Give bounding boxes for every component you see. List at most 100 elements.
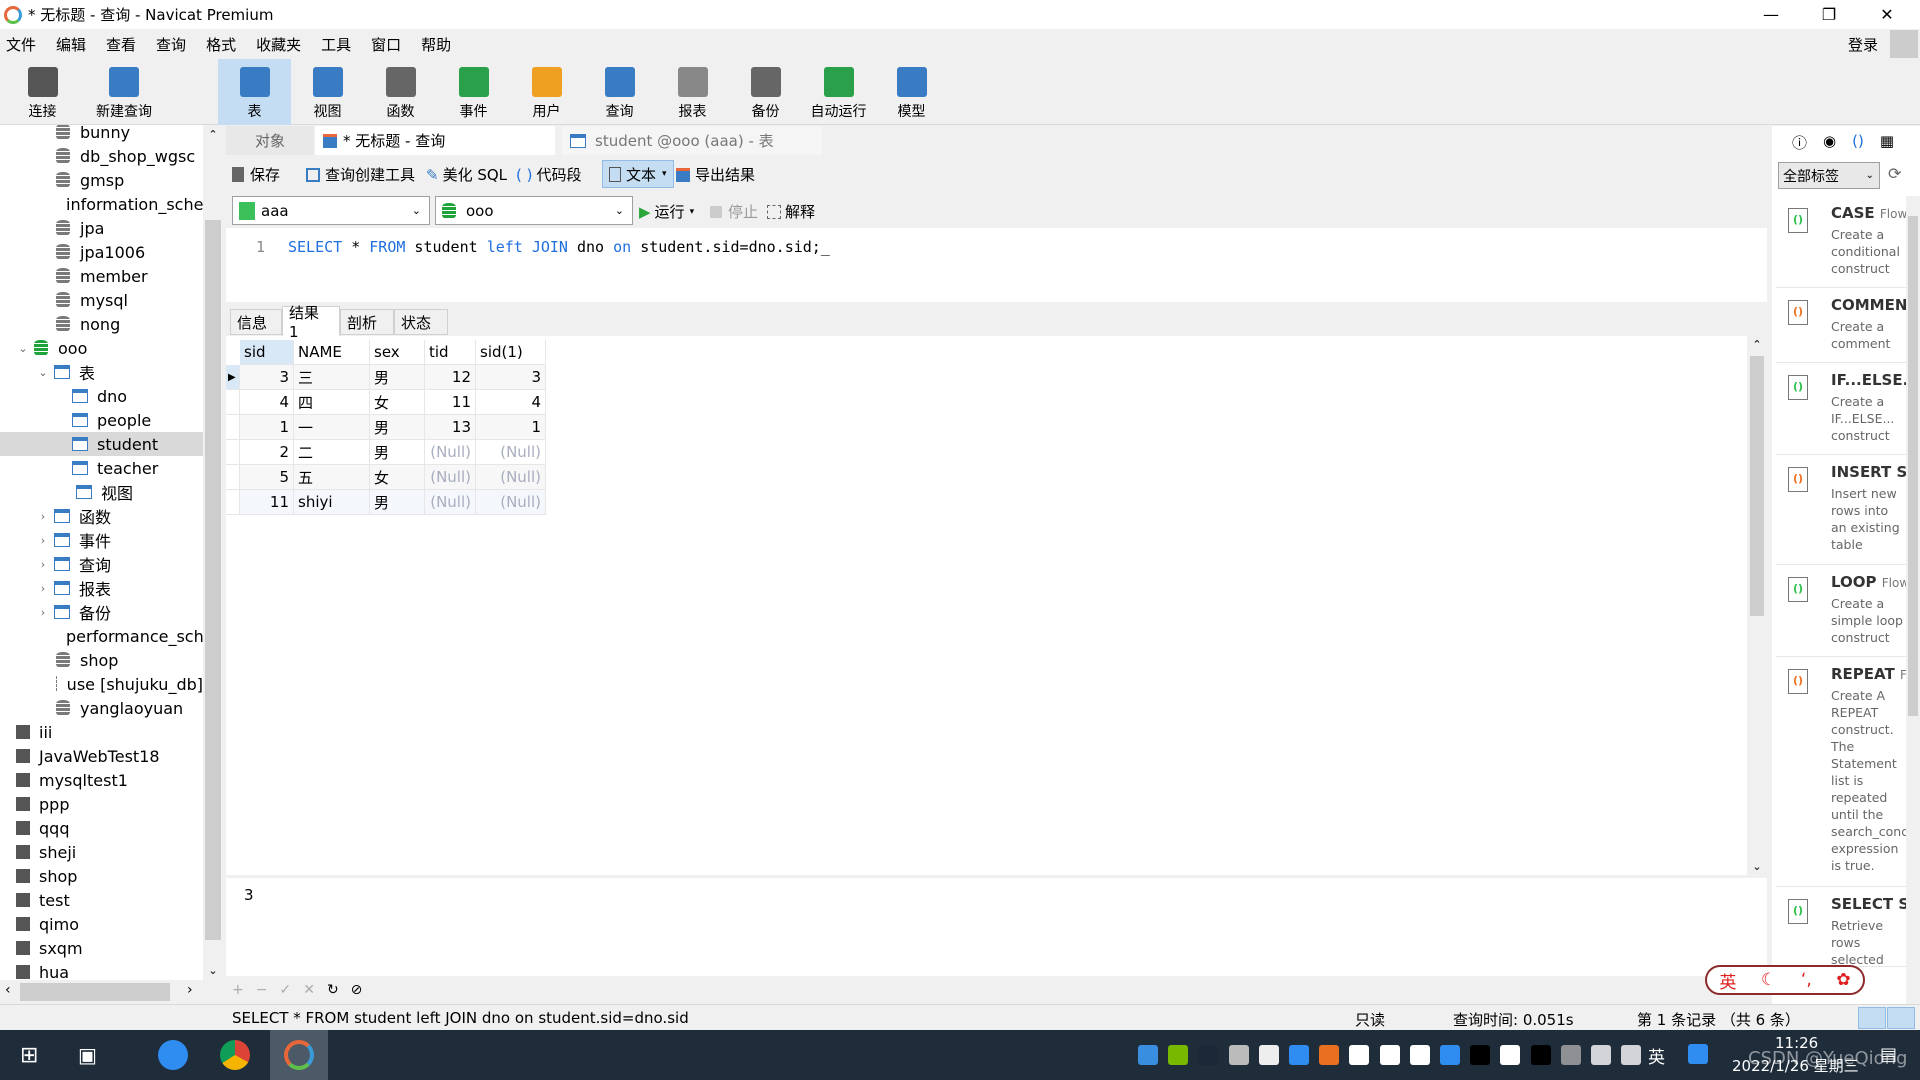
explain-button[interactable]: 解释 <box>767 201 815 222</box>
tree-item[interactable]: shop <box>0 648 203 672</box>
table-cell[interactable]: 2 <box>240 440 294 465</box>
result-tab-2[interactable]: 剖析 <box>340 309 394 335</box>
tree-item[interactable]: › 查询 <box>0 552 203 576</box>
stop-button[interactable]: 停止 <box>710 201 758 222</box>
tag-filter-select[interactable]: 全部标签 ⌄ <box>1778 162 1880 189</box>
table-cell[interactable]: 男 <box>370 365 425 390</box>
toolbar-button-7[interactable]: 查询 <box>583 59 656 125</box>
export-results-button[interactable]: 导出结果 <box>676 164 755 185</box>
toolbar-button-5[interactable]: 事件 <box>437 59 510 125</box>
tab-student-table[interactable]: student @ooo (aaa) - 表 <box>562 126 822 155</box>
table-cell[interactable]: 男 <box>370 440 425 465</box>
usb-icon[interactable] <box>1138 1045 1158 1065</box>
table-cell[interactable]: (Null) <box>476 490 546 515</box>
row-header[interactable] <box>226 465 240 490</box>
menu-item[interactable]: 文件 <box>6 34 36 55</box>
tree-item[interactable]: dno <box>0 384 203 408</box>
table-cell[interactable]: 3 <box>240 365 294 390</box>
toolbar-button-10[interactable]: 自动运行 <box>802 59 875 125</box>
tree-item[interactable]: ⌄ ooo <box>0 336 203 360</box>
tree-item[interactable]: gmsp <box>0 168 203 192</box>
menu-item[interactable]: 帮助 <box>421 34 451 55</box>
table-cell[interactable]: 二 <box>294 440 370 465</box>
tree-item[interactable]: sheji <box>0 840 203 864</box>
tree-item[interactable]: shop <box>0 864 203 888</box>
toolbar-button-9[interactable]: 备份 <box>729 59 802 125</box>
table-cell[interactable]: 男 <box>370 490 425 515</box>
result-tab-0[interactable]: 信息 <box>230 309 282 335</box>
menu-item[interactable]: 编辑 <box>56 34 86 55</box>
tree-item[interactable]: use [shujuku_db] <box>0 672 203 696</box>
java-icon[interactable] <box>1319 1045 1340 1065</box>
snippet-item[interactable]: () REPEAT Fl Create A REPEAT construct. Th… <box>1776 657 1906 887</box>
tree-item[interactable]: teacher <box>0 456 203 480</box>
table-cell[interactable]: 5 <box>240 465 294 490</box>
layout-left-button[interactable] <box>1858 1007 1886 1029</box>
bluetooth-icon[interactable] <box>1440 1045 1460 1065</box>
tree-item[interactable]: ppp <box>0 792 203 816</box>
tab-untitled-query[interactable]: * 无标题 - 查询 <box>315 126 555 155</box>
close-button[interactable]: ✕ <box>1858 0 1916 29</box>
ime-toolbar[interactable]: 英 ☾ ‘, ✿ <box>1705 965 1865 995</box>
screen-record-icon[interactable] <box>1500 1045 1521 1065</box>
table-cell[interactable]: shiyi <box>294 490 370 515</box>
snippet-item[interactable]: () CASE Flow Create a conditional construc… <box>1776 196 1906 288</box>
shield-icon[interactable] <box>1289 1045 1309 1065</box>
add-record-icon[interactable]: + <box>232 982 244 998</box>
security-icon[interactable] <box>1349 1045 1370 1065</box>
snippet-item[interactable]: () COMMENT Create a comment <box>1776 288 1906 363</box>
add-snippet-icon[interactable]: ⟳ <box>1888 164 1901 183</box>
toolbar-button-11[interactable]: 模型 <box>875 59 948 125</box>
tree-vertical-scrollbar[interactable]: ⌃ ⌄ <box>203 125 223 980</box>
restore-button[interactable]: ❐ <box>1800 0 1858 29</box>
cancel-icon[interactable]: ⊘ <box>351 982 363 998</box>
task-view-icon[interactable]: ▣ <box>78 1043 97 1067</box>
tree-item[interactable]: member <box>0 264 203 288</box>
grid-icon[interactable]: ▦ <box>1880 132 1894 153</box>
connection-select[interactable]: aaa ⌄ <box>232 196 430 225</box>
tree-item[interactable]: people <box>0 408 203 432</box>
table-cell[interactable]: 3 <box>476 365 546 390</box>
steam-icon[interactable] <box>1198 1045 1219 1065</box>
tree-item[interactable]: iii <box>0 720 203 744</box>
table-cell[interactable]: 4 <box>240 390 294 415</box>
table-cell[interactable]: (Null) <box>425 465 476 490</box>
tab-objects[interactable]: 对象 <box>226 126 314 155</box>
table-cell[interactable]: 四 <box>294 390 370 415</box>
snippet-item[interactable]: () INSERT Sy Insert new rows into an exist… <box>1776 455 1906 565</box>
tree-item[interactable]: ⌄ 表 <box>0 360 203 384</box>
table-cell[interactable]: 12 <box>425 365 476 390</box>
value-viewer[interactable]: 3 <box>226 878 1767 976</box>
layout-right-button[interactable] <box>1887 1007 1915 1029</box>
table-cell[interactable]: 三 <box>294 365 370 390</box>
apply-icon[interactable]: ✓ <box>279 982 291 998</box>
navicat-taskbar-button[interactable] <box>270 1030 328 1080</box>
notification-icon[interactable]: ▤ <box>1880 1044 1897 1065</box>
snippet-item[interactable]: () IF...ELSE... Create a IF...ELSE... cons… <box>1776 363 1906 455</box>
tree-item[interactable]: test <box>0 888 203 912</box>
tree-item[interactable]: JavaWebTest18 <box>0 744 203 768</box>
text-mode-button[interactable]: 文本 ▾ <box>602 160 674 188</box>
tree-item[interactable]: hua <box>0 960 203 980</box>
eye-icon[interactable]: ◉ <box>1823 132 1836 153</box>
toolbar-button-2[interactable]: 表 <box>218 59 291 125</box>
table-cell[interactable]: (Null) <box>425 490 476 515</box>
table-cell[interactable]: 女 <box>370 465 425 490</box>
mouse-icon[interactable] <box>1258 1045 1279 1065</box>
sql-editor[interactable]: 1 SELECT * FROM student left JOIN dno on… <box>226 228 1767 302</box>
table-cell[interactable]: (Null) <box>476 440 546 465</box>
column-header[interactable]: NAME <box>294 340 370 365</box>
tree-item[interactable]: nong <box>0 312 203 336</box>
tree-horizontal-scrollbar[interactable]: ‹ › <box>0 980 223 1004</box>
refresh-icon[interactable]: ↻ <box>327 982 339 998</box>
discard-icon[interactable]: ✕ <box>303 982 315 998</box>
login-link[interactable]: 登录 <box>1848 34 1878 55</box>
row-header[interactable] <box>226 390 240 415</box>
query-builder-button[interactable]: 查询创建工具 <box>306 164 415 185</box>
minimize-button[interactable]: — <box>1742 0 1800 29</box>
chrome-icon[interactable] <box>220 1040 250 1070</box>
chevron-right-icon[interactable]: › <box>36 534 50 547</box>
chevron-down-icon[interactable]: ⌄ <box>36 366 50 379</box>
tree-item[interactable]: yanglaoyuan <box>0 696 203 720</box>
table-cell[interactable]: 男 <box>370 415 425 440</box>
